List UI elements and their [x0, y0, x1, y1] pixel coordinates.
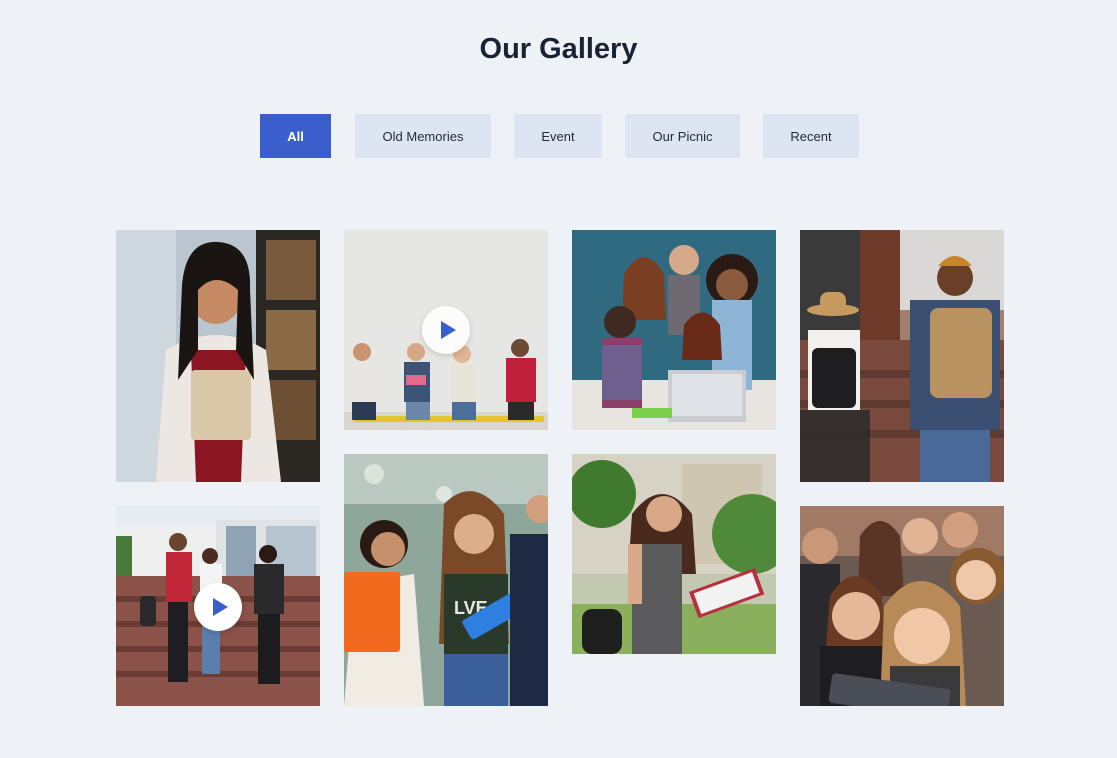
filter-all[interactable]: All — [260, 114, 331, 158]
page-title: Our Gallery — [479, 33, 638, 65]
play-icon[interactable] — [194, 583, 242, 631]
photo-students-backpacks — [800, 230, 1004, 482]
play-icon[interactable] — [422, 306, 470, 354]
gallery-image-students-laptop[interactable] — [572, 230, 776, 430]
filter-old-memories[interactable]: Old Memories — [355, 114, 491, 158]
gallery-image-friends-laughing[interactable]: LVE — [344, 454, 548, 706]
gallery-page: Our Gallery All Old Memories Event Our P… — [0, 0, 1117, 758]
gallery-video-group-discussion[interactable] — [344, 230, 548, 430]
gallery-filter-bar: All Old Memories Event Our Picnic Recent — [0, 114, 1117, 158]
gallery-video-students-stairs[interactable] — [116, 506, 320, 706]
gallery-image-student-writing[interactable] — [572, 454, 776, 654]
gallery-image-students-backpacks[interactable] — [800, 230, 1004, 482]
photo-friends-laughing: LVE — [344, 454, 548, 706]
photo-students-laptop — [572, 230, 776, 430]
photo-library-student — [116, 230, 320, 482]
gallery-image-group-selfie[interactable] — [800, 506, 1004, 706]
gallery-image-library-student[interactable] — [116, 230, 320, 482]
photo-student-writing — [572, 454, 776, 654]
filter-recent[interactable]: Recent — [763, 114, 859, 158]
filter-our-picnic[interactable]: Our Picnic — [625, 114, 740, 158]
photo-group-selfie — [800, 506, 1004, 706]
filter-event[interactable]: Event — [514, 114, 602, 158]
